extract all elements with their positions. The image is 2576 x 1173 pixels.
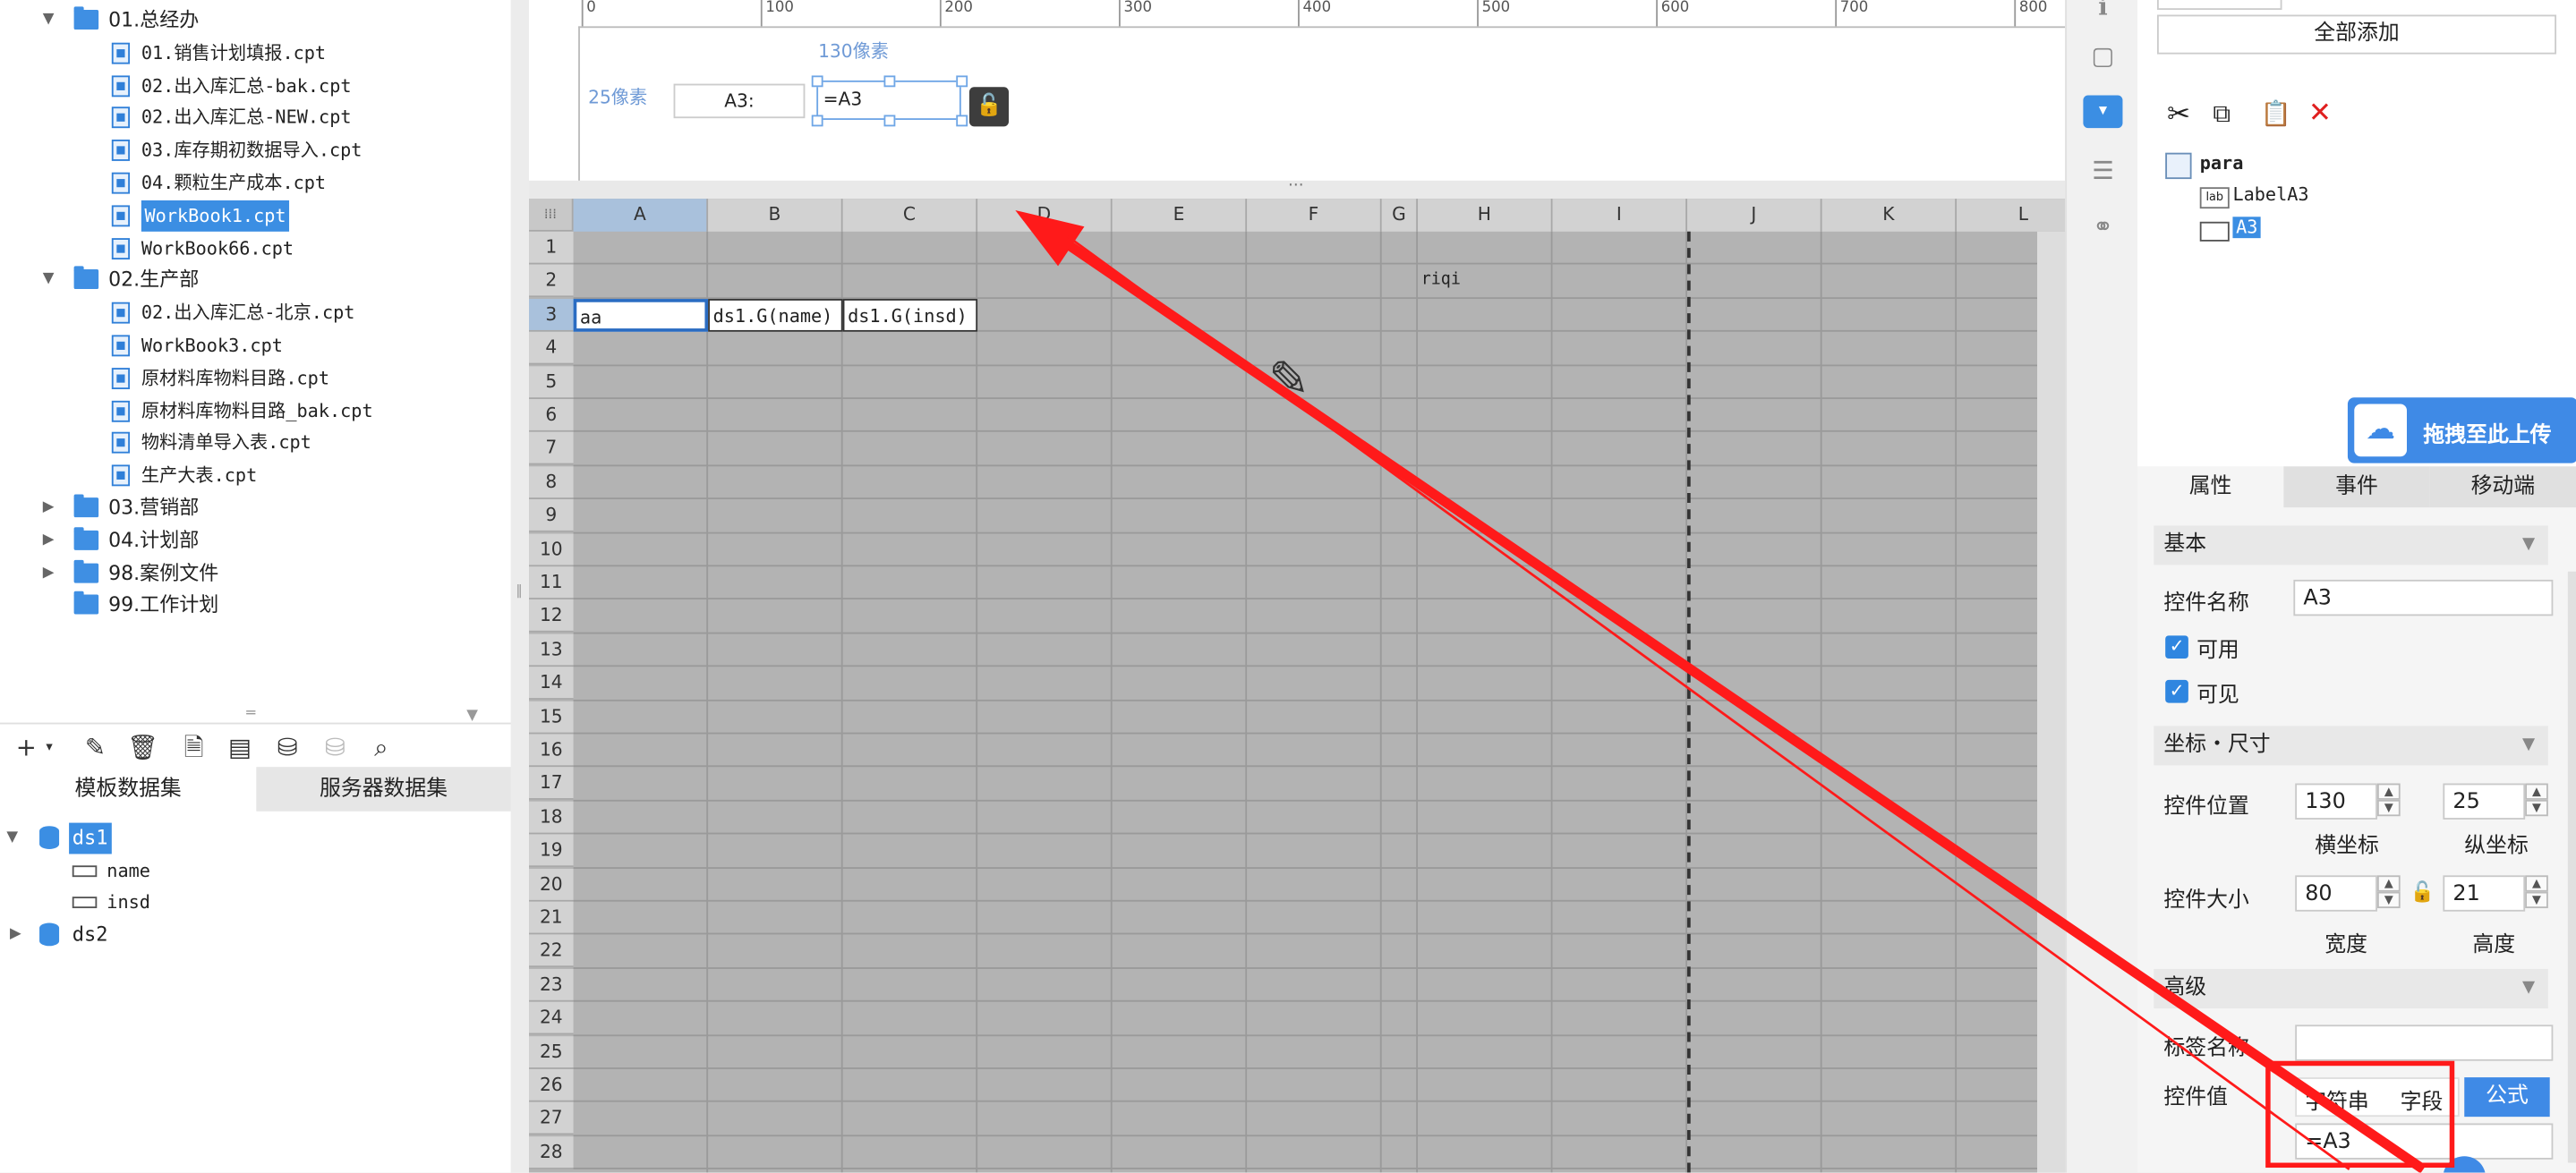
- annotation-arrow-thin: [1067, 235, 2350, 1170]
- annotation-arrows: [1015, 209, 2427, 1173]
- annotation-arrowhead: [1015, 209, 1085, 267]
